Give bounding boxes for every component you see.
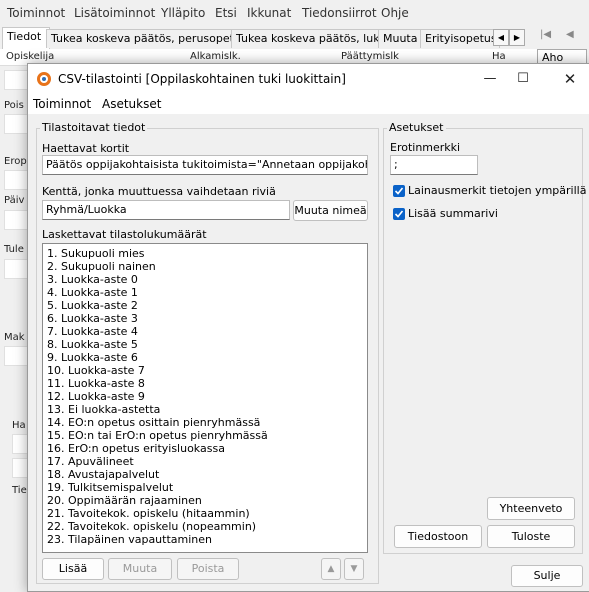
dialog-menu-asetukset[interactable]: Asetukset	[102, 97, 161, 111]
sulje-button[interactable]: Sulje	[511, 565, 583, 587]
col-ha: Ha	[492, 51, 506, 62]
list-item[interactable]: 2. Sukupuoli nainen	[47, 260, 156, 273]
list-item[interactable]: 8. Luokka-aste 5	[47, 338, 138, 351]
checkmark-icon	[394, 210, 404, 218]
dialog-titlebar[interactable]: CSV-tilastointi [Oppilaskohtainen tuki l…	[28, 64, 589, 94]
tab-scroll-left-icon[interactable]: ◀	[493, 29, 509, 46]
move-down-icon[interactable]: ▼	[344, 558, 364, 580]
asetukset-legend: Asetukset	[387, 121, 446, 134]
side-field[interactable]	[4, 70, 28, 90]
checkmark-icon	[394, 187, 404, 195]
yhteenveto-button[interactable]: Yhteenveto	[487, 497, 575, 520]
tab-muuta[interactable]: Muuta	[378, 29, 422, 48]
poista-button[interactable]: Poista	[177, 558, 239, 580]
col-paattymislk: Päättymislk	[341, 51, 399, 62]
kentta-label: Kenttä, jonka muuttuessa vaihdetaan rivi…	[42, 185, 276, 198]
side-label-erop: Erop	[4, 156, 27, 167]
dialog-menubar: Toiminnot Asetukset	[28, 94, 589, 114]
list-item[interactable]: 4. Luokka-aste 1	[47, 286, 138, 299]
app-menu-yllapito[interactable]: Ylläpito	[161, 6, 205, 20]
tuloste-button[interactable]: Tuloste	[487, 525, 575, 548]
list-item[interactable]: 5. Luokka-aste 2	[47, 299, 138, 312]
list-item[interactable]: 16. ErO:n opetus erityisluokassa	[47, 442, 225, 455]
summarivi-label[interactable]: Lisää summarivi	[408, 207, 498, 220]
list-item[interactable]: 11. Luokka-aste 8	[47, 377, 145, 390]
muuta-nimea-button[interactable]: Muuta nimeä	[293, 200, 368, 221]
list-item[interactable]: 17. Apuvälineet	[47, 455, 134, 468]
minimize-icon[interactable]: —	[475, 68, 505, 90]
tab-erityisopetus[interactable]: Erityisopetus	[420, 29, 500, 48]
tiedostoon-button[interactable]: Tiedostoon	[394, 525, 482, 548]
summarivi-checkbox[interactable]	[393, 208, 405, 220]
side-label-ha: Ha	[12, 420, 26, 431]
side-field[interactable]	[12, 458, 28, 478]
side-field[interactable]	[4, 170, 28, 190]
nav-prev-icon[interactable]: ◀	[566, 29, 578, 44]
list-item[interactable]: 19. Tulkitsemispalvelut	[47, 481, 173, 494]
list-item[interactable]: 21. Tavoitekok. opiskelu (hitaammin)	[47, 507, 250, 520]
app-menu-etsi[interactable]: Etsi	[215, 6, 237, 20]
move-up-icon[interactable]: ▲	[321, 558, 341, 580]
list-item[interactable]: 1. Sukupuoli mies	[47, 247, 145, 260]
list-item[interactable]: 10. Luokka-aste 7	[47, 364, 145, 377]
laskettavat-list[interactable]: 1. Sukupuoli mies 2. Sukupuoli nainen 3. L…	[42, 243, 368, 553]
col-alkamislk: Alkamislk.	[190, 51, 241, 62]
dialog-title: CSV-tilastointi [Oppilaskohtainen tuki l…	[58, 72, 346, 86]
list-item[interactable]: 20. Oppimäärän rajaaminen	[47, 494, 202, 507]
tab-tuki-perusopetus[interactable]: Tukea koskeva päätös, perusopetus	[46, 29, 233, 48]
app-logo-icon	[37, 72, 51, 86]
app-menu-ikkunat[interactable]: Ikkunat	[247, 6, 291, 20]
side-field[interactable]	[12, 434, 28, 454]
side-label-tule: Tule	[4, 244, 24, 255]
erotinmerkki-field[interactable]: ;	[390, 155, 478, 175]
csv-dialog: CSV-tilastointi [Oppilaskohtainen tuki l…	[27, 63, 589, 592]
side-label-mak: Mak	[4, 332, 25, 343]
lisaa-button[interactable]: Lisää	[42, 558, 104, 580]
laskettavat-label: Laskettavat tilastolukumäärät	[42, 228, 207, 241]
erotinmerkki-label: Erotinmerkki	[390, 141, 461, 154]
side-field[interactable]	[4, 114, 28, 134]
list-item[interactable]: 13. Ei luokka-astetta	[47, 403, 160, 416]
col-opiskelija: Opiskelija	[6, 51, 55, 62]
close-icon[interactable]: ✕	[555, 68, 585, 90]
app-menu-tiedonsiirrot[interactable]: Tiedonsiirrot	[302, 6, 377, 20]
app-menu-toiminnot[interactable]: Toiminnot	[7, 6, 65, 20]
list-item[interactable]: 6. Luokka-aste 3	[47, 312, 138, 325]
dialog-menu-toiminnot[interactable]: Toiminnot	[33, 97, 91, 111]
tab-tuki-lukio[interactable]: Tukea koskeva päätös, lukio	[231, 29, 381, 48]
list-item[interactable]: 14. EO:n opetus osittain pienryhmässä	[47, 416, 260, 429]
tilastoitavat-legend: Tilastoitavat tiedot	[40, 121, 148, 134]
maximize-icon[interactable]: ☐	[508, 68, 538, 90]
tab-tiedot[interactable]: Tiedot	[2, 27, 50, 49]
list-item[interactable]: 12. Luokka-aste 9	[47, 390, 145, 403]
haettavat-field[interactable]: Päätös oppijakohtaisista tukitoimista="A…	[42, 155, 368, 175]
side-field[interactable]	[4, 210, 28, 230]
side-label-paiv: Päiv	[4, 195, 25, 206]
lainausmerkit-checkbox[interactable]	[393, 185, 405, 197]
list-item[interactable]: 23. Tilapäinen vapauttaminen	[47, 533, 212, 546]
lainausmerkit-label[interactable]: Lainausmerkit tietojen ympärillä	[408, 184, 586, 197]
side-field[interactable]	[4, 346, 28, 366]
nav-first-icon[interactable]: |◀	[540, 29, 552, 44]
list-item[interactable]: 7. Luokka-aste 4	[47, 325, 138, 338]
app-menubar: Toiminnot Lisätoiminnot Ylläpito Etsi Ik…	[0, 0, 589, 27]
list-item[interactable]: 15. EO:n tai ErO:n opetus pienryhmässä	[47, 429, 268, 442]
list-item[interactable]: 22. Tavoitekok. opiskelu (nopeammin)	[47, 520, 256, 533]
side-label-pois: Pois	[4, 100, 24, 111]
side-field[interactable]	[4, 259, 28, 279]
app-menu-lisatoiminnot[interactable]: Lisätoiminnot	[74, 6, 155, 20]
tab-scroll-right-icon[interactable]: ▶	[509, 29, 525, 46]
list-item[interactable]: 9. Luokka-aste 6	[47, 351, 138, 364]
kentta-field[interactable]: Ryhmä/Luokka	[42, 200, 290, 220]
muuta-button[interactable]: Muuta	[108, 558, 172, 580]
haettavat-label: Haettavat kortit	[42, 142, 130, 155]
app-menu-ohje[interactable]: Ohje	[381, 6, 409, 20]
side-label-tie: Tie	[12, 485, 27, 496]
list-item[interactable]: 18. Avustajapalvelut	[47, 468, 159, 481]
list-item[interactable]: 3. Luokka-aste 0	[47, 273, 138, 286]
